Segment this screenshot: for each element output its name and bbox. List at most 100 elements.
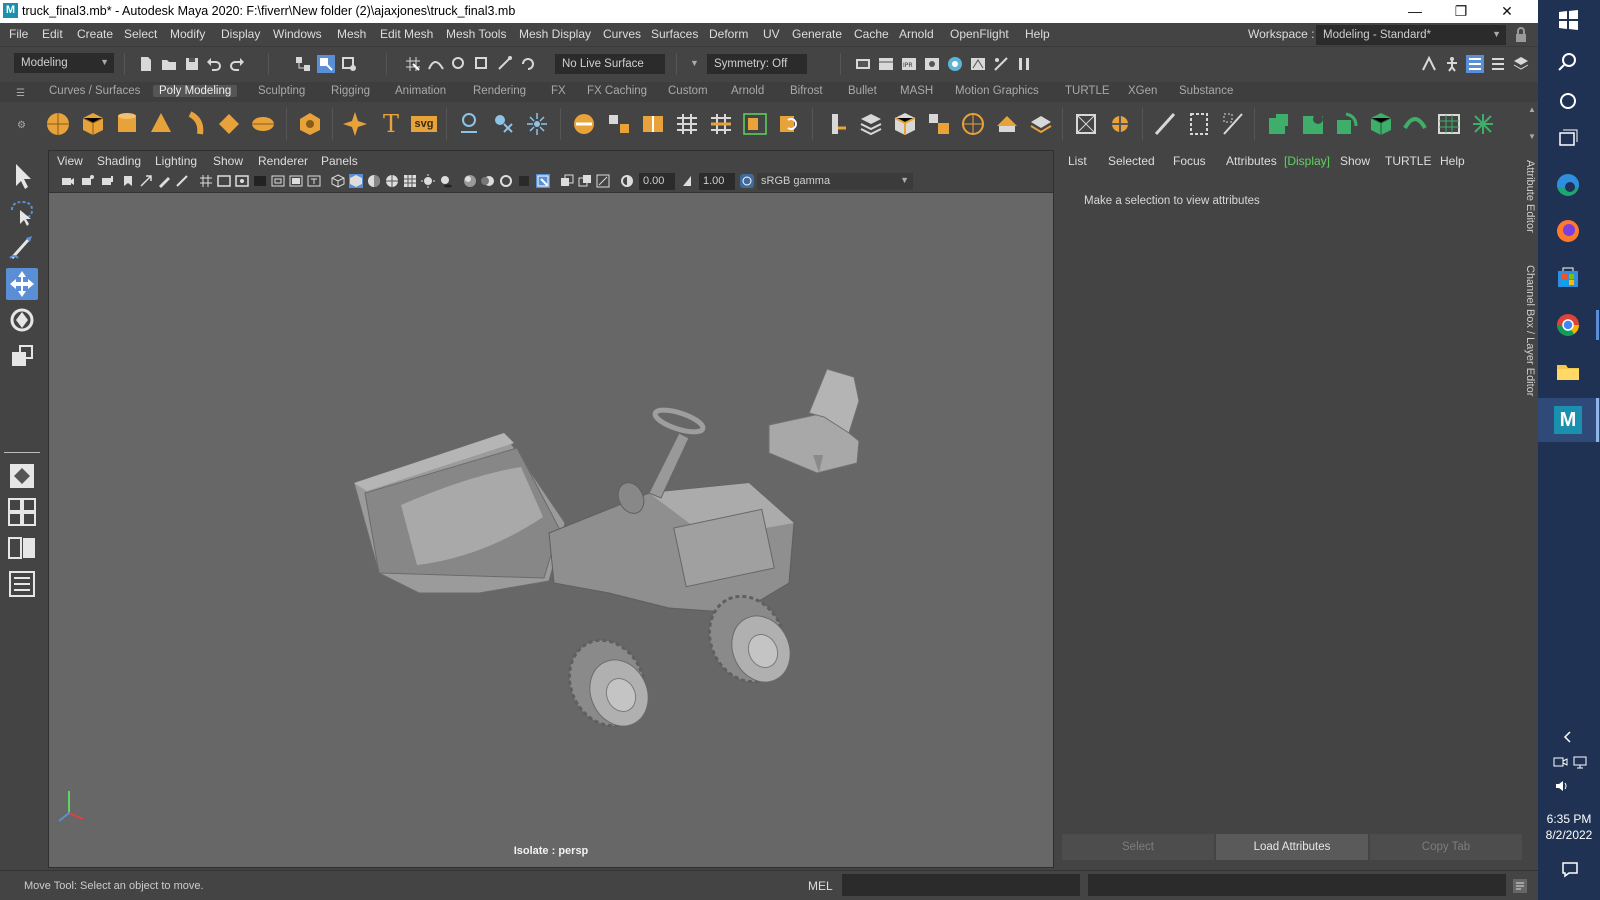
bridge-icon[interactable] <box>606 110 632 138</box>
poly-cube-icon[interactable] <box>80 110 106 138</box>
viewport-menu-panels[interactable]: Panels <box>321 154 358 168</box>
boolean-union-icon[interactable] <box>1266 110 1292 138</box>
attr-menu-list[interactable]: List <box>1068 154 1087 168</box>
shelf-scroll-up-icon[interactable]: ▲ <box>1528 105 1536 114</box>
taskbar-clock[interactable]: 6:35 PM 8/2/2022 <box>1538 811 1600 843</box>
menu-edit-mesh[interactable]: Edit Mesh <box>380 27 433 41</box>
character-controls-icon[interactable] <box>1443 55 1461 73</box>
snap-point-icon[interactable] <box>450 55 468 73</box>
pause-icon[interactable] <box>1015 55 1033 73</box>
platonic-solid-icon[interactable] <box>297 110 323 138</box>
layers-icon[interactable] <box>858 110 884 138</box>
wireframe-on-shaded-icon[interactable] <box>385 174 399 188</box>
retopologize-icon[interactable] <box>1470 110 1496 138</box>
ipr-render-icon[interactable]: IPR <box>900 55 918 73</box>
smooth-icon[interactable] <box>524 110 550 138</box>
tab-attribute-editor[interactable]: Attribute Editor <box>1524 160 1536 233</box>
file-explorer-icon[interactable] <box>1553 356 1583 386</box>
channel-box-icon[interactable] <box>1512 55 1530 73</box>
menu-mesh-display[interactable]: Mesh Display <box>519 27 591 41</box>
poly-cylinder-icon[interactable] <box>114 110 140 138</box>
redo-icon[interactable] <box>228 55 246 73</box>
hypershade-icon[interactable] <box>946 55 964 73</box>
attr-menu-display[interactable]: [Display] <box>1284 154 1330 168</box>
safe-action-icon[interactable] <box>289 174 303 188</box>
append-polygon-icon[interactable] <box>824 110 850 138</box>
menu-mesh-tools[interactable]: Mesh Tools <box>446 27 506 41</box>
shelf-options-icon[interactable]: ⚙ <box>17 120 26 131</box>
two-d-pan-zoom-icon[interactable] <box>139 174 153 188</box>
tab-motion-graphics[interactable]: Motion Graphics <box>955 85 1039 97</box>
exposure-icon[interactable] <box>620 174 634 188</box>
tab-substance[interactable]: Substance <box>1179 85 1233 97</box>
meet-now-icon[interactable] <box>1552 754 1568 770</box>
scale-tool-icon[interactable] <box>6 340 38 372</box>
load-attributes-button[interactable]: Load Attributes <box>1216 834 1368 860</box>
duplicate-face-icon[interactable] <box>926 110 952 138</box>
menu-curves[interactable]: Curves <box>603 27 641 41</box>
attr-menu-turtle[interactable]: TURTLE <box>1385 154 1431 168</box>
uv-sphere-icon[interactable] <box>960 110 986 138</box>
viewport-menu-shading[interactable]: Shading <box>97 154 141 168</box>
single-view-layout-icon[interactable] <box>6 460 38 492</box>
poly-box-icon[interactable] <box>892 110 918 138</box>
poly-plane-icon[interactable] <box>216 110 242 138</box>
measure-icon[interactable] <box>175 174 189 188</box>
sculpt-brush-icon[interactable] <box>1152 110 1178 138</box>
attr-menu-attributes[interactable]: Attributes <box>1226 154 1277 168</box>
four-view-layout-icon[interactable] <box>6 496 38 528</box>
render-settings-icon[interactable] <box>923 55 941 73</box>
cut-uv-icon[interactable] <box>1028 110 1054 138</box>
menu-mesh[interactable]: Mesh <box>337 27 366 41</box>
shelf-menu-icon[interactable]: ☰ <box>16 88 25 99</box>
tab-fx[interactable]: FX <box>551 85 566 97</box>
tab-xgen[interactable]: XGen <box>1128 85 1157 97</box>
poly-disc-icon[interactable] <box>250 110 276 138</box>
field-chart-icon[interactable] <box>271 174 285 188</box>
workspace-dropdown[interactable]: Modeling - Standard* ▼ <box>1316 25 1506 45</box>
save-scene-icon[interactable] <box>183 55 201 73</box>
tab-channel-box-layer-editor[interactable]: Channel Box / Layer Editor <box>1524 265 1536 396</box>
move-tool-button[interactable] <box>6 268 38 300</box>
edge-loop-icon[interactable] <box>708 110 734 138</box>
poly-torus-icon[interactable] <box>182 110 208 138</box>
viewport-menu-renderer[interactable]: Renderer <box>258 154 308 168</box>
viewport-panel[interactable]: View Shading Lighting Show Renderer Pane… <box>48 150 1054 868</box>
use-all-lights-icon[interactable] <box>421 174 435 188</box>
target-weld-icon[interactable] <box>742 110 768 138</box>
cortana-icon[interactable] <box>1553 86 1583 116</box>
separate-icon[interactable] <box>490 110 516 138</box>
tab-animation[interactable]: Animation <box>395 85 446 97</box>
menuset-dropdown[interactable]: Modeling ▼ <box>14 53 114 73</box>
menu-openflight[interactable]: OpenFlight <box>950 27 1009 41</box>
color-management-icon[interactable] <box>740 174 754 188</box>
safe-title-icon[interactable] <box>307 174 321 188</box>
modeling-toolkit-icon[interactable] <box>1420 55 1438 73</box>
remesh-icon[interactable] <box>1436 110 1462 138</box>
bookmark-icon[interactable] <box>101 174 115 188</box>
multi-cut-icon[interactable] <box>674 110 700 138</box>
snap-grid-icon[interactable] <box>404 55 422 73</box>
planar-map-icon[interactable] <box>994 110 1020 138</box>
poly-sphere-icon[interactable] <box>45 110 71 138</box>
camera-icon[interactable] <box>61 174 75 188</box>
chevron-down-icon[interactable]: ▼ <box>690 58 699 68</box>
menu-file[interactable]: File <box>9 27 28 41</box>
menu-display[interactable]: Display <box>221 27 260 41</box>
depth-of-field-icon[interactable] <box>517 174 531 188</box>
menu-uv[interactable]: UV <box>763 27 780 41</box>
tab-arnold[interactable]: Arnold <box>731 85 764 97</box>
rotate-tool-icon[interactable] <box>6 304 38 336</box>
smooth-shade-icon[interactable] <box>349 174 363 188</box>
open-scene-icon[interactable] <box>160 55 178 73</box>
snap-rotate-icon[interactable] <box>519 55 537 73</box>
menu-create[interactable]: Create <box>77 27 113 41</box>
maya-taskbar-button[interactable]: M <box>1538 398 1600 442</box>
select-by-object-icon[interactable] <box>317 55 335 73</box>
shadows-icon[interactable] <box>439 174 453 188</box>
attr-menu-focus[interactable]: Focus <box>1173 154 1206 168</box>
viewport-scene[interactable] <box>49 193 1053 857</box>
tab-turtle[interactable]: TURTLE <box>1065 85 1110 97</box>
task-view-icon[interactable] <box>1553 124 1583 154</box>
grease-pencil-icon[interactable] <box>157 174 171 188</box>
